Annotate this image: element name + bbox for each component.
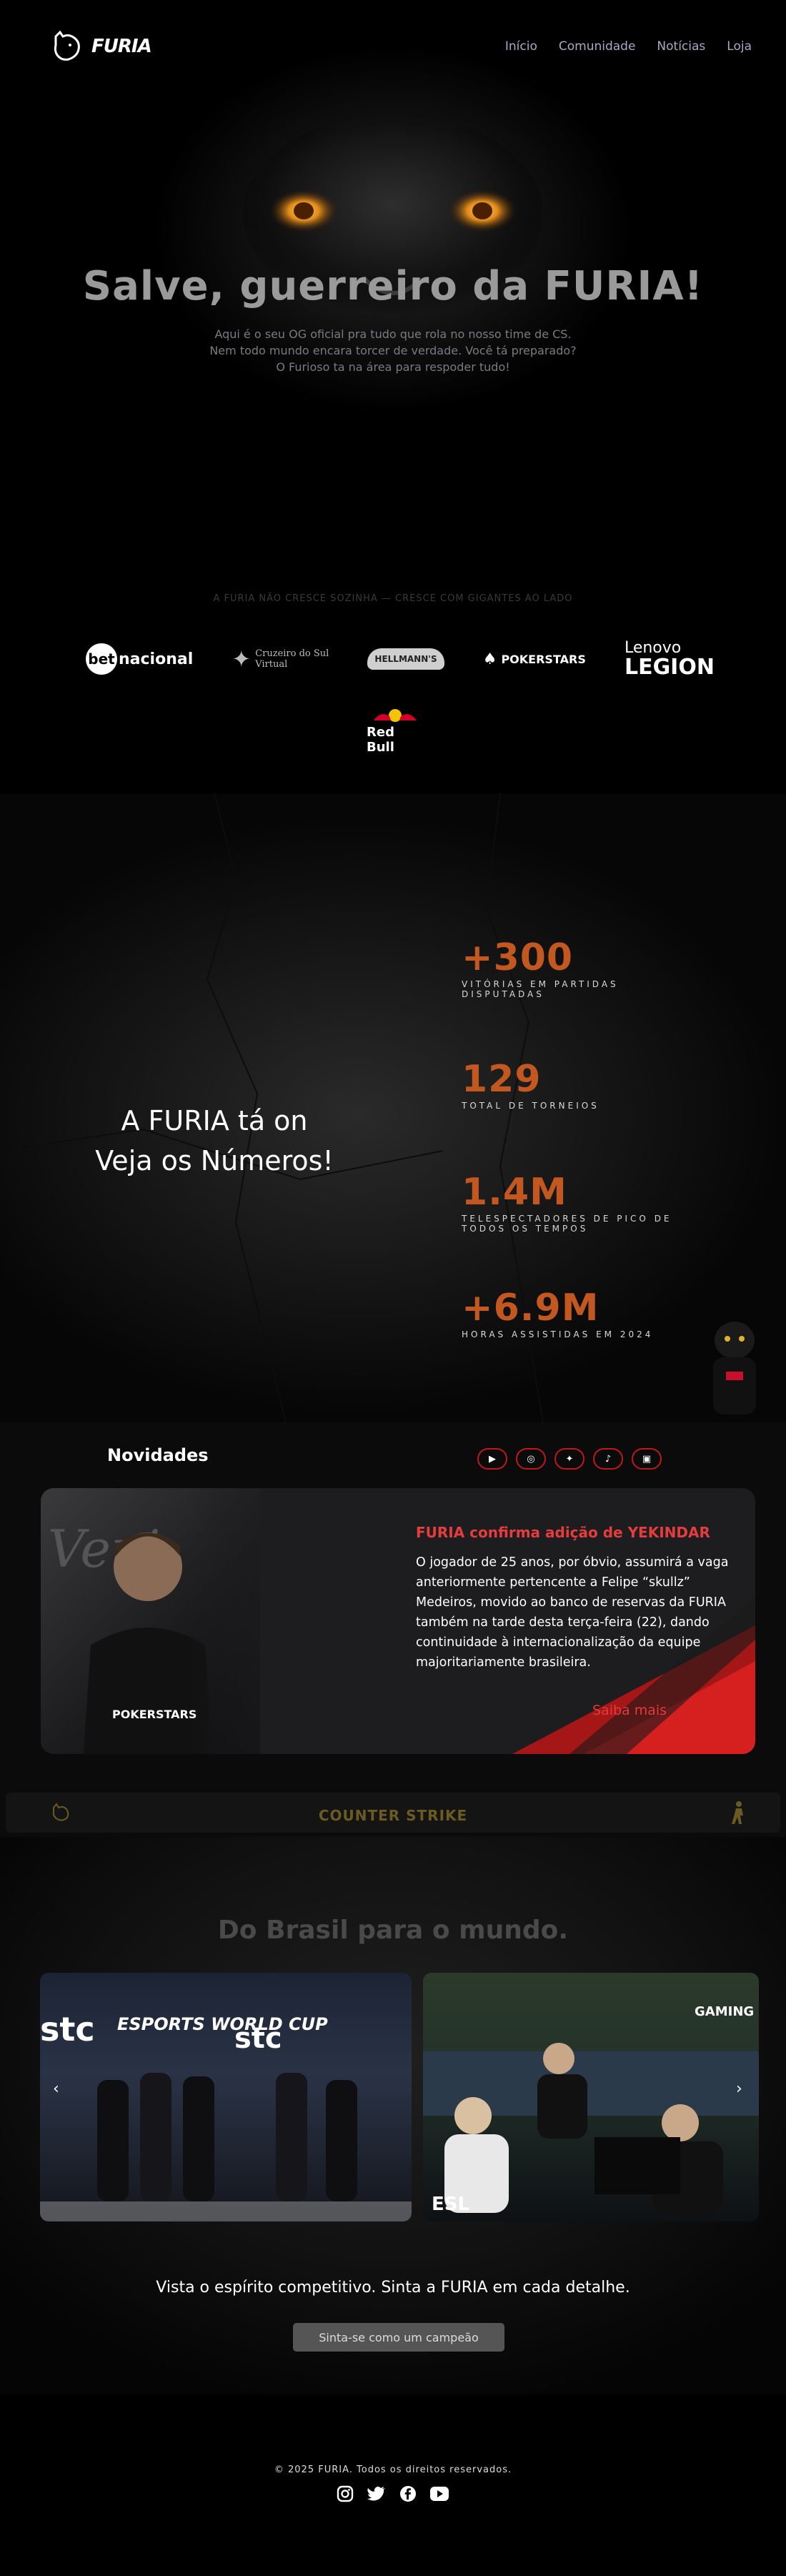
stat-label: TELESPECTADORES DE PICO DE TODOS OS TEMP… <box>462 1214 672 1234</box>
stats-section: A FURIA tá on Veja os Números! +300 VITÓ… <box>0 793 786 1422</box>
news-social-links: ▶ ◎ ✦ ♪ ▣ <box>477 1448 662 1470</box>
tiktok-icon[interactable]: ♪ <box>593 1448 623 1470</box>
top-navbar: FURIA Início Comunidade Notícias Loja <box>0 0 786 93</box>
svg-text:GAMING MALTA: GAMING MALTA <box>695 2004 759 2019</box>
gallery-tagline: Vista o espírito competitivo. Sinta a FU… <box>156 2279 630 2297</box>
gallery-slide[interactable]: stc ESPORTS WORLD CUP stc <box>40 1973 412 2221</box>
instagram-icon[interactable]: ◎ <box>516 1448 546 1470</box>
read-more-link[interactable]: Saiba mais <box>592 1703 667 1718</box>
hero-subtitle: Aqui é o seu OG oficial pra tudo que rol… <box>0 326 786 375</box>
panther-logo-icon <box>54 30 80 61</box>
brand-logo[interactable]: FURIA <box>50 29 152 64</box>
news-image-label: POKERSTARS <box>112 1708 196 1721</box>
nav-link-inicio[interactable]: Início <box>505 39 537 54</box>
nav-link-comunidade[interactable]: Comunidade <box>559 39 636 54</box>
gallery-title: Do Brasil para o mundo. <box>217 1916 569 1945</box>
ticker-bar: COUNTER STRIKE <box>6 1793 780 1833</box>
news-card[interactable]: Veni POKERSTARS FURIA confirma adição de… <box>41 1488 755 1754</box>
youtube-icon[interactable] <box>430 2485 449 2503</box>
news-section-title: Novidades <box>107 1445 209 1465</box>
betnacional-nacional: nacional <box>119 650 194 668</box>
stat-tournaments: 129 TOTAL DE TORNEIOS <box>462 1058 762 1111</box>
hellmanns-label: HELLMANN'S <box>367 648 444 670</box>
carousel-prev-button[interactable]: ‹ <box>53 2080 59 2098</box>
stats-heading: A FURIA tá on Veja os Números! <box>43 1101 386 1181</box>
hero-subtitle-line: Aqui é o seu OG oficial pra tudo que rol… <box>214 327 572 341</box>
sponsors-section: A FURIA NÃO CRESCE SOZINHA — CRESCE COM … <box>0 515 786 793</box>
team-photo-esl: GAMING MALTA ESL <box>423 2004 759 2215</box>
sponsor-logos-row: bet nacional ✦ Cruzeiro do Sul Virtual H… <box>86 640 715 678</box>
stat-value: +300 <box>462 936 574 979</box>
news-headline[interactable]: FURIA confirma adição de YEKINDAR <box>416 1524 710 1541</box>
spade-icon: ♠ <box>482 650 497 668</box>
stat-label: VITÓRIAS EM PARTIDAS DISPUTADAS <box>462 979 619 999</box>
svg-text:stc: stc <box>40 2010 95 2049</box>
svg-text:ESPORTS WORLD CUP: ESPORTS WORLD CUP <box>117 2014 328 2034</box>
svg-text:ESL: ESL <box>432 2194 469 2215</box>
legion-label: LEGION <box>624 655 715 680</box>
hero-subtitle-line: Nem todo mundo encara torcer de verdade.… <box>209 344 577 357</box>
champion-cta-button[interactable]: Sinta-se como um campeão <box>293 2323 504 2352</box>
panther-mascot-image[interactable] <box>700 1312 768 1419</box>
star-icon: ✦ <box>232 645 252 673</box>
stat-peak-viewers: 1.4M TELESPECTADORES DE PICO DE TODOS OS… <box>462 1171 762 1234</box>
news-body: O jogador de 25 anos, por óbvio, assumir… <box>416 1555 729 1670</box>
red-bull-label: Red Bull <box>367 725 394 755</box>
twitch-icon[interactable]: ▣ <box>632 1448 662 1470</box>
stat-label: TOTAL DE TORNEIOS <box>462 1101 600 1111</box>
nav-link-loja[interactable]: Loja <box>727 39 752 54</box>
cruzeiro-line2: Virtual <box>255 659 288 670</box>
footer: © 2025 FURIA. Todos os direitos reservad… <box>0 2394 786 2576</box>
cruzeiro-line1: Cruzeiro do Sul <box>255 648 329 659</box>
news-section: Novidades ▶ ◎ ✦ ♪ ▣ Veni POKERSTARS FURI… <box>0 1422 786 1787</box>
hero-subtitle-line: O Furioso ta na área para respoder tudo! <box>276 360 510 374</box>
svg-text:stc: stc <box>234 2022 282 2055</box>
hero-title: Salve, guerreiro da FURIA! <box>82 263 704 309</box>
carousel-next-button[interactable]: › <box>736 2080 742 2098</box>
counter-strike-icon <box>732 1801 743 1824</box>
pokerstars-label: POKERSTARS <box>501 652 586 666</box>
sponsor-betnacional[interactable]: bet nacional <box>86 643 193 675</box>
sponsor-hellmanns[interactable]: HELLMANN'S <box>367 648 444 670</box>
instagram-icon[interactable] <box>336 2485 354 2503</box>
sponsor-lenovo-legion[interactable]: Lenovo LEGION <box>625 640 715 678</box>
betnacional-bet: bet <box>86 643 117 675</box>
twitter-icon[interactable] <box>367 2485 386 2503</box>
red-bull-icon <box>374 709 417 722</box>
stat-victories: +300 VITÓRIAS EM PARTIDAS DISPUTADAS <box>462 936 762 999</box>
footer-social-links <box>336 2485 449 2503</box>
sponsors-tagline: A FURIA NÃO CRESCE SOZINHA — CRESCE COM … <box>213 593 573 604</box>
team-photo-ewc: stc ESPORTS WORLD CUP stc <box>40 2010 412 2221</box>
sponsor-pokerstars[interactable]: ♠ POKERSTARS <box>483 650 586 668</box>
facebook-icon[interactable] <box>399 2485 417 2503</box>
stats-heading-line: Veja os Números! <box>95 1145 334 1176</box>
nav-links: Início Comunidade Notícias Loja <box>505 39 752 54</box>
sponsor-red-bull[interactable]: Red Bull <box>367 706 424 755</box>
stats-heading-line: A FURIA tá on <box>121 1105 308 1136</box>
news-image-fade <box>189 1488 317 1754</box>
sponsor-cruzeiro-do-sul[interactable]: ✦ Cruzeiro do Sul Virtual <box>232 645 329 673</box>
game-ticker: COUNTER STRIKE <box>0 1787 786 1837</box>
copyright-text: © 2025 FURIA. Todos os direitos reservad… <box>274 2464 512 2475</box>
stat-value: 1.4M <box>462 1171 567 1214</box>
gallery-section: Do Brasil para o mundo. stc ESPORTS WORL… <box>0 1837 786 2394</box>
stat-value: 129 <box>462 1058 542 1101</box>
ticker-label: COUNTER STRIKE <box>318 1807 468 1824</box>
twitter-icon[interactable]: ✦ <box>554 1448 584 1470</box>
youtube-icon[interactable]: ▶ <box>477 1448 507 1470</box>
gallery-slide[interactable]: GAMING MALTA ESL <box>423 1973 759 2221</box>
brand-name: FURIA <box>91 36 152 57</box>
nav-link-noticias[interactable]: Notícias <box>657 39 705 54</box>
